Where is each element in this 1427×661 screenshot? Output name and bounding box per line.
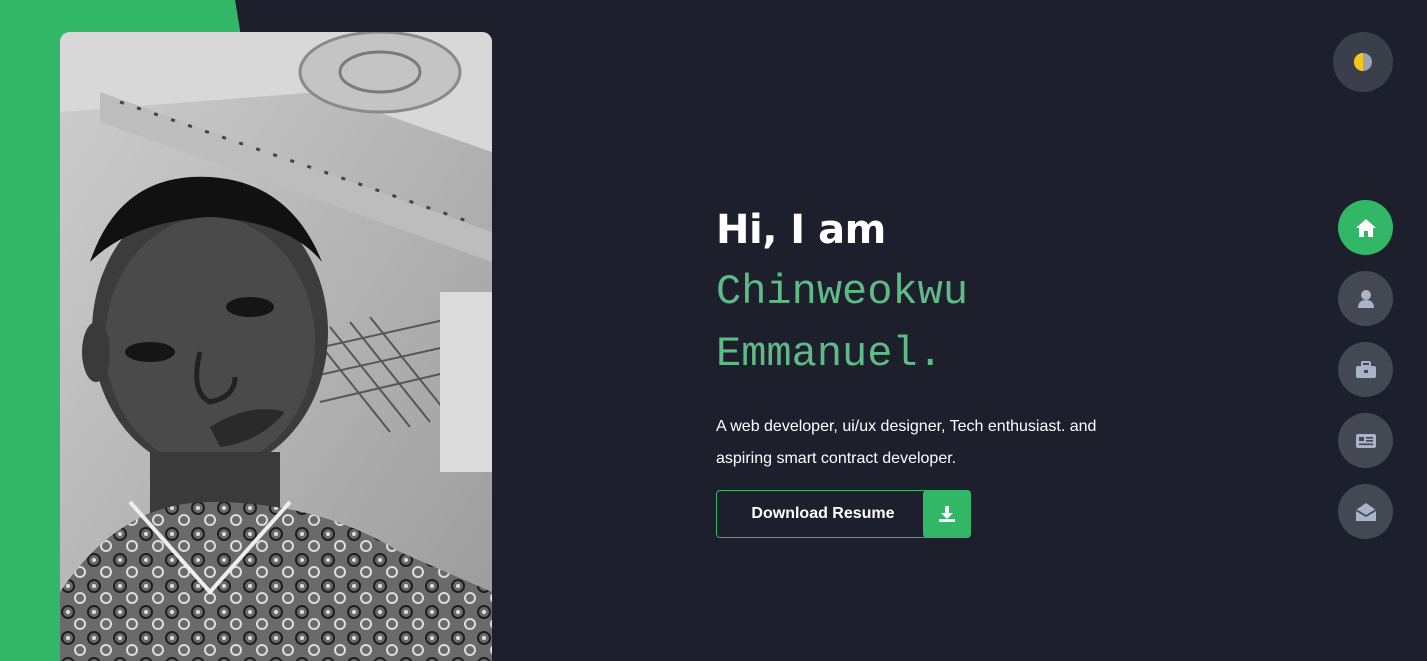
nav-about-button[interactable] (1338, 271, 1393, 326)
download-resume-label: Download Resume (751, 505, 895, 522)
nav-portfolio-button[interactable] (1338, 342, 1393, 397)
home-icon (1355, 218, 1376, 237)
download-resume-button[interactable]: Download Resume (716, 490, 971, 538)
nav-home-button[interactable] (1338, 200, 1393, 255)
hero-name: Chinweokwu Emmanuel. (716, 261, 1236, 385)
half-circle-icon (1354, 53, 1372, 71)
theme-toggle-button[interactable] (1333, 32, 1393, 92)
user-icon (1357, 289, 1374, 308)
side-nav (1338, 200, 1393, 555)
download-icon (923, 490, 971, 538)
envelope-open-icon (1355, 502, 1376, 521)
hero-greeting: Hi, I am (716, 207, 886, 253)
profile-photo (60, 32, 492, 661)
hero-name-line1: Chinweokwu (716, 268, 969, 316)
hero-section: Hi, I am Chinweokwu Emmanuel. A web deve… (716, 205, 1236, 538)
portrait-image (60, 32, 492, 661)
hero-bio: A web developer, ui/ux designer, Tech en… (716, 418, 1097, 467)
page: Hi, I am Chinweokwu Emmanuel. A web deve… (0, 0, 1427, 661)
newspaper-icon (1355, 433, 1376, 448)
nav-blog-button[interactable] (1338, 413, 1393, 468)
nav-contact-button[interactable] (1338, 484, 1393, 539)
hero-name-line2: Emmanuel. (716, 330, 943, 378)
briefcase-icon (1355, 360, 1376, 378)
